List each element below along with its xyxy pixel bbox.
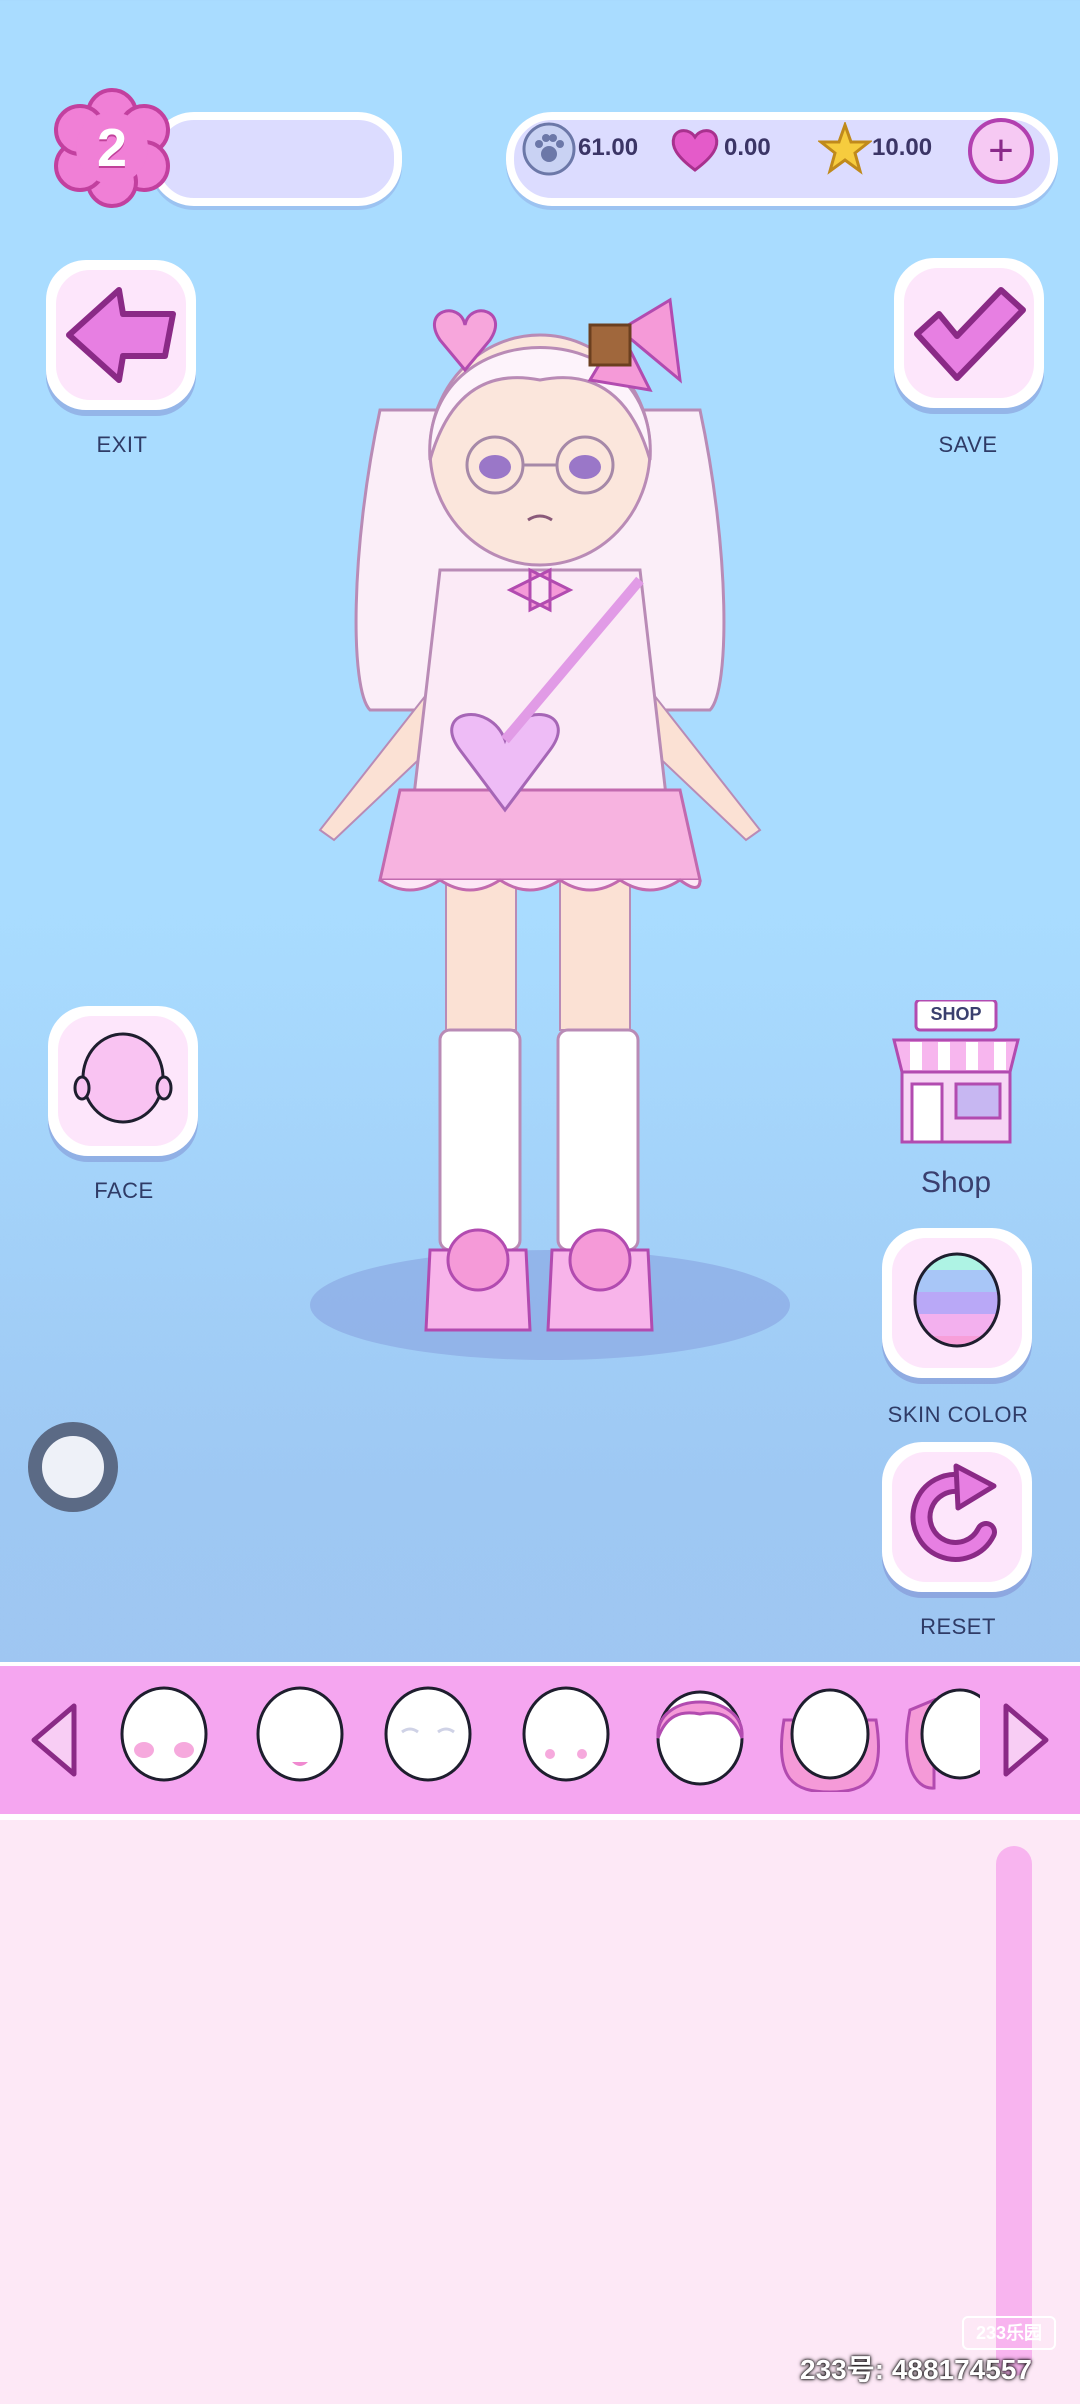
- paw-count: 61.00: [578, 134, 639, 161]
- level-number: 2: [96, 118, 128, 178]
- skin-color-label: SKIN COLOR: [887, 1402, 1029, 1427]
- heart-count: 0.00: [724, 134, 771, 161]
- shop-label: Shop: [920, 1166, 992, 1199]
- reset-label: RESET: [920, 1614, 996, 1639]
- cursor-indicator[interactable]: [28, 1422, 118, 1512]
- strip-left-arrow-icon[interactable]: [24, 1700, 84, 1780]
- strip-right-arrow-icon[interactable]: [996, 1700, 1056, 1780]
- shop-button[interactable]: SHOP: [886, 998, 1026, 1150]
- heart-icon: [671, 129, 719, 172]
- face-option-base[interactable]: [510, 1680, 622, 1792]
- face-label: FACE: [94, 1178, 154, 1203]
- skin-color-button[interactable]: [882, 1228, 1032, 1378]
- refresh-icon: [910, 1463, 997, 1562]
- exit-label: EXIT: [96, 432, 148, 457]
- save-label: SAVE: [938, 432, 998, 457]
- watermark-badge: 233乐园: [962, 2316, 1056, 2350]
- star-icon: [818, 122, 872, 175]
- level-progress-bar: [150, 112, 402, 206]
- paw-icon: [522, 122, 576, 176]
- face-option-blush[interactable]: [108, 1680, 220, 1792]
- rainbow-head-icon: [913, 1252, 1001, 1348]
- reset-button[interactable]: [882, 1442, 1032, 1592]
- item-panel: [0, 1816, 1080, 2404]
- hair-option-short[interactable]: [644, 1680, 756, 1792]
- checkmark-icon: [914, 287, 1026, 381]
- face-icon: [73, 1032, 173, 1124]
- shop-sign-text: SHOP: [930, 1004, 982, 1024]
- panel-scrollbar[interactable]: [996, 1846, 1032, 2376]
- face-option-mouth[interactable]: [244, 1680, 356, 1792]
- watermark-id: 233号: 488174557: [800, 2354, 1032, 2385]
- star-count: 10.00: [872, 134, 933, 161]
- face-option-eyes[interactable]: [372, 1680, 484, 1792]
- hair-option-ponytail[interactable]: [904, 1680, 980, 1792]
- face-button[interactable]: [48, 1006, 198, 1156]
- character-avatar: [318, 297, 762, 1332]
- exit-button[interactable]: [46, 260, 196, 410]
- add-currency-button[interactable]: +: [968, 118, 1034, 184]
- arrow-left-icon: [66, 287, 176, 383]
- hair-option-long[interactable]: [774, 1680, 886, 1792]
- save-button[interactable]: [894, 258, 1044, 408]
